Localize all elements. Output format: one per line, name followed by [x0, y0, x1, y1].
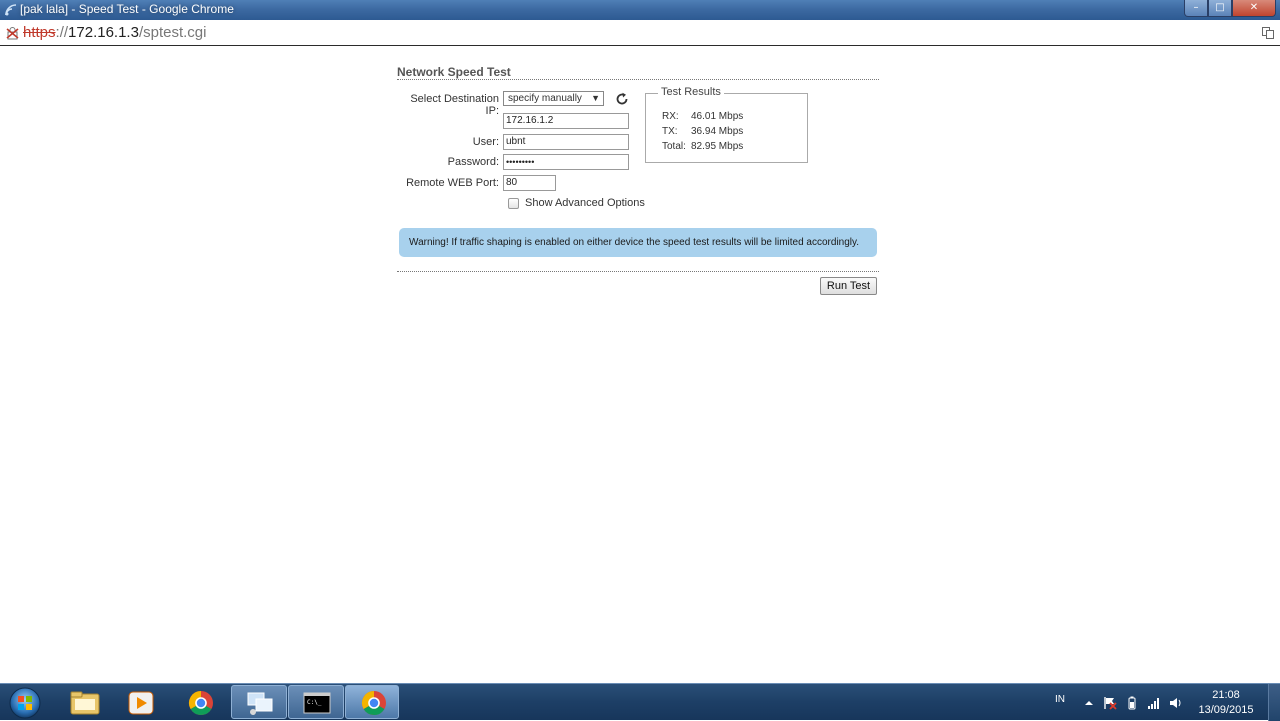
result-value: 82.95 Mbps	[691, 141, 744, 152]
clock-date: 13/09/2015	[1198, 704, 1254, 716]
chrome-icon	[361, 691, 386, 716]
taskbar-chrome-active[interactable]	[345, 685, 399, 719]
start-orb-icon[interactable]	[4, 685, 46, 721]
run-test-button[interactable]: Run Test	[820, 277, 877, 295]
result-key: TX:	[662, 126, 678, 137]
window-title: [pak lala] - Speed Test - Google Chrome	[20, 2, 234, 16]
close-button[interactable]: ✕	[1232, 0, 1276, 17]
result-key: Total:	[662, 141, 686, 152]
wireless-app-icon	[5, 4, 17, 16]
divider	[397, 271, 879, 272]
ip-input[interactable]: 172.16.1.2	[503, 113, 629, 129]
refresh-icon[interactable]	[615, 92, 629, 106]
taskbar-remote-desktop[interactable]	[231, 685, 287, 719]
result-row-tx: TX: 36.94 Mbps	[662, 126, 743, 137]
media-player-icon	[128, 691, 154, 715]
advanced-options-checkbox[interactable]	[508, 198, 519, 209]
action-center-flag-icon[interactable]	[1103, 696, 1117, 710]
command-prompt-icon: C:\_	[303, 692, 331, 714]
volume-icon[interactable]	[1169, 696, 1183, 710]
traffic-shaping-warning: Warning! If traffic shaping is enabled o…	[399, 228, 877, 257]
test-results-legend: Test Results	[658, 86, 724, 98]
taskbar-file-explorer[interactable]	[56, 685, 112, 719]
clock[interactable]: 21:08 13/09/2015	[1196, 688, 1256, 718]
show-desktop-button[interactable]	[1268, 684, 1280, 721]
page-action-icon[interactable]	[1262, 27, 1274, 39]
taskbar: C:\_ IN 21:08 13/09/2015	[0, 683, 1280, 721]
show-hidden-icons-icon[interactable]	[1082, 696, 1096, 710]
result-key: RX:	[662, 111, 679, 122]
advanced-options-label[interactable]: Show Advanced Options	[525, 197, 645, 209]
url-path: /sptest.cgi	[138, 24, 207, 41]
password-input[interactable]: •••••••••	[503, 154, 629, 170]
destination-select-value: specify manually	[508, 93, 582, 104]
result-row-total: Total: 82.95 Mbps	[662, 141, 743, 152]
password-label: Password:	[447, 156, 499, 168]
page-title: Network Speed Test	[397, 65, 879, 80]
chevron-down-icon: ▼	[591, 93, 600, 103]
battery-icon[interactable]	[1125, 696, 1139, 710]
result-value: 46.01 Mbps	[691, 111, 744, 122]
port-label: Remote WEB Port:	[406, 177, 499, 189]
folder-icon	[70, 691, 100, 715]
test-results-box: Test Results RX: 46.01 Mbps TX: 36.94 Mbps…	[645, 86, 808, 163]
maximize-button[interactable]: □	[1208, 0, 1232, 17]
page-content: Network Speed Test Select Destination IP…	[0, 47, 1280, 683]
taskbar-chrome[interactable]	[172, 685, 228, 719]
chrome-icon	[188, 691, 213, 716]
language-indicator[interactable]: IN	[1055, 694, 1065, 705]
svg-text:C:\_: C:\_	[307, 699, 322, 706]
remote-desktop-icon	[247, 692, 273, 715]
broken-lock-icon[interactable]	[6, 26, 20, 40]
destination-select[interactable]: specify manually ▼	[503, 91, 604, 106]
destination-label: Select Destination IP:	[410, 93, 499, 117]
taskbar-media-player[interactable]	[112, 685, 168, 719]
window-titlebar: [pak lala] - Speed Test - Google Chrome …	[0, 0, 1280, 20]
clock-time: 21:08	[1212, 689, 1240, 701]
address-bar[interactable]: https://172.16.1.3/sptest.cgi	[0, 20, 1280, 46]
url-separator: ://	[55, 24, 69, 41]
url-text[interactable]: https://172.16.1.3/sptest.cgi	[23, 24, 206, 41]
taskbar-command-prompt[interactable]: C:\_	[288, 685, 344, 719]
minimize-button[interactable]: –	[1184, 0, 1208, 17]
user-label: User:	[472, 136, 499, 148]
url-host: 172.16.1.3	[68, 24, 139, 41]
user-input[interactable]: ubnt	[503, 134, 629, 150]
result-value: 36.94 Mbps	[691, 126, 744, 137]
speed-test-panel: Network Speed Test Select Destination IP…	[397, 65, 879, 295]
result-row-rx: RX: 46.01 Mbps	[662, 111, 743, 122]
port-input[interactable]: 80	[503, 175, 556, 191]
network-signal-icon[interactable]	[1147, 696, 1161, 710]
url-scheme: https	[23, 24, 56, 41]
